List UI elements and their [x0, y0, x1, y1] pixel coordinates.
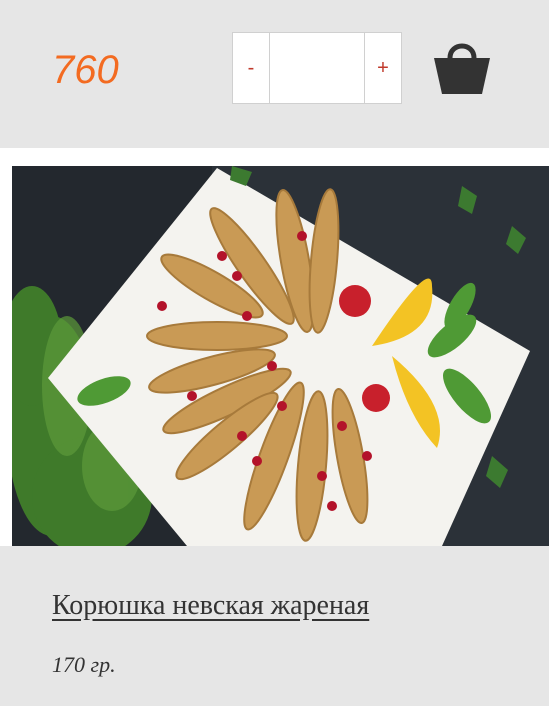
- product-actions-bar: 760 - +: [0, 0, 549, 148]
- product-info-panel: [0, 546, 549, 706]
- product-title-link[interactable]: Корюшка невская жареная: [52, 590, 369, 622]
- product-weight: 170 гр.: [52, 652, 116, 677]
- add-to-cart-button[interactable]: [428, 32, 496, 100]
- decrease-quantity-button[interactable]: -: [233, 33, 270, 103]
- product-price: 760: [52, 48, 119, 92]
- product-image[interactable]: [12, 166, 549, 546]
- quantity-input[interactable]: [270, 33, 364, 103]
- quantity-stepper[interactable]: - +: [232, 32, 402, 104]
- increase-quantity-button[interactable]: +: [364, 33, 401, 103]
- shopping-basket-icon: [434, 43, 490, 94]
